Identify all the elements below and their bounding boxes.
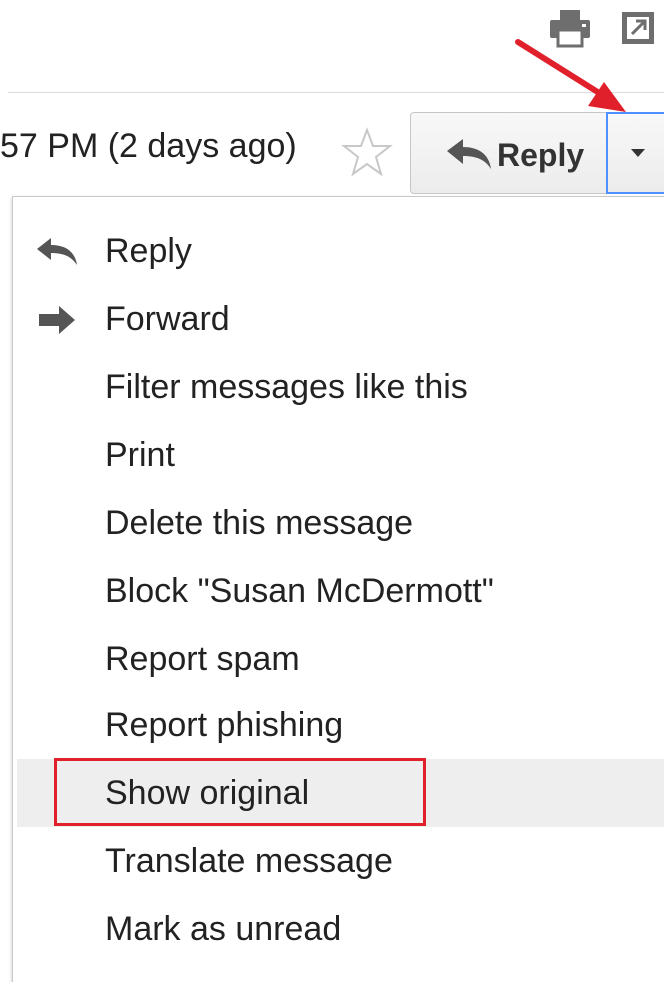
menu-item-label: Report phishing xyxy=(105,706,344,744)
menu-item-label: Block "Susan McDermott" xyxy=(105,572,494,610)
more-actions-menu: Reply Forward Filter messages like this … xyxy=(12,196,664,982)
menu-item-label: Delete this message xyxy=(105,504,414,542)
menu-item-block-sender[interactable]: Block "Susan McDermott" xyxy=(17,557,664,625)
menu-item-label: Reply xyxy=(105,232,192,270)
forward-arrow-icon xyxy=(35,303,79,337)
menu-item-delete[interactable]: Delete this message xyxy=(17,489,664,557)
reply-button[interactable]: Reply xyxy=(410,112,606,194)
menu-item-print[interactable]: Print xyxy=(17,421,664,489)
reply-button-label: Reply xyxy=(497,137,585,173)
annotation-highlight-box xyxy=(54,758,426,826)
chevron-down-icon xyxy=(628,146,648,160)
annotation-arrow xyxy=(515,39,626,112)
menu-item-reply[interactable]: Reply xyxy=(17,217,664,285)
menu-item-label: Print xyxy=(105,436,175,474)
menu-item-label: Translate message xyxy=(105,842,393,880)
menu-item-report-phishing[interactable]: Report phishing xyxy=(17,691,664,759)
menu-item-forward[interactable]: Forward xyxy=(17,285,664,353)
reply-arrow-icon xyxy=(35,235,79,269)
menu-item-translate[interactable]: Translate message xyxy=(17,827,664,895)
message-timestamp: 57 PM (2 days ago) xyxy=(0,127,297,165)
reply-arrow-icon xyxy=(445,137,493,173)
star-outline-icon[interactable] xyxy=(340,126,394,180)
menu-item-label: Mark as unread xyxy=(105,910,342,948)
menu-item-label: Forward xyxy=(105,300,230,338)
menu-item-filter-messages[interactable]: Filter messages like this xyxy=(17,353,664,421)
menu-item-report-spam[interactable]: Report spam xyxy=(17,625,664,693)
menu-item-mark-unread[interactable]: Mark as unread xyxy=(17,895,664,963)
menu-item-label: Report spam xyxy=(105,640,300,678)
more-actions-button[interactable] xyxy=(606,112,664,194)
gmail-message-view: 57 PM (2 days ago) Reply Reply Forward F… xyxy=(0,0,664,982)
menu-item-label: Filter messages like this xyxy=(105,368,468,406)
